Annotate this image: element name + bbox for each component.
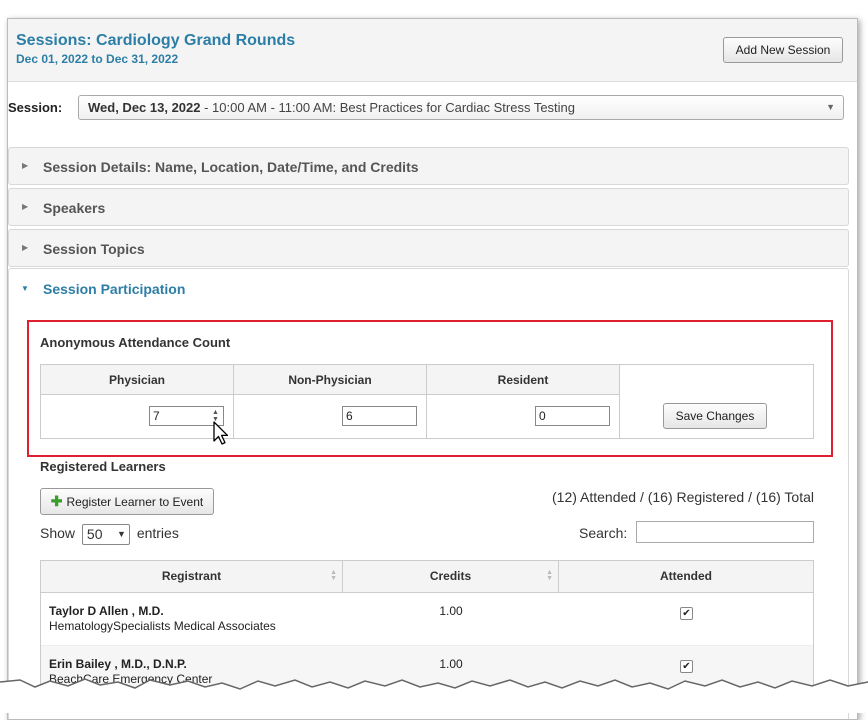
session-date: Wed, Dec 13, 2022: [88, 100, 201, 115]
entries-select[interactable]: 50 ▼: [81, 524, 130, 545]
credits-value: 1.00: [439, 657, 463, 671]
accordion-speakers[interactable]: ▶ Speakers: [8, 188, 849, 226]
entries-value: 50: [86, 526, 103, 542]
table-row: Taylor D Allen , M.D. HematologySpeciali…: [41, 593, 813, 646]
registrant-name: Erin Bailey , M.D., D.N.P.: [49, 657, 187, 671]
register-learner-button[interactable]: ✚ Register Learner to Event: [40, 488, 214, 515]
attended-column-header: Attended: [559, 561, 813, 592]
chevron-down-icon: ▼: [826, 102, 835, 112]
caret-down-icon[interactable]: ▼: [21, 284, 29, 293]
session-select[interactable]: Wed, Dec 13, 2022 - 10:00 AM - 11:00 AM:…: [78, 95, 844, 120]
credits-value: 1.00: [439, 604, 463, 618]
attendance-totals: (12) Attended / (16) Registered / (16) T…: [552, 489, 814, 505]
add-new-session-button[interactable]: Add New Session: [723, 37, 843, 63]
accordion-label[interactable]: Session Participation: [43, 281, 185, 297]
entries-label: entries: [136, 525, 179, 542]
registrant-organization: HematologySpecialists Medical Associates: [49, 619, 276, 633]
register-learner-label: Register Learner to Event: [66, 495, 204, 509]
page-title: Sessions: Cardiology Grand Rounds: [16, 32, 296, 49]
session-time-title: - 10:00 AM - 11:00 AM: Best Practices fo…: [200, 100, 576, 115]
accordion-session-details[interactable]: ▶ Session Details: Name, Location, Date/…: [8, 147, 849, 185]
accordion-label: Speakers: [43, 200, 106, 216]
date-range: Dec 01, 2022 to Dec 31, 2022: [16, 52, 179, 66]
attended-checkbox[interactable]: ✔: [680, 607, 693, 620]
sort-icon: ▲ ▼: [546, 569, 553, 582]
header-label: Attended: [660, 569, 712, 583]
registrant-column-header[interactable]: Registrant ▲ ▼: [41, 561, 343, 592]
registrant-name: Taylor D Allen , M.D.: [49, 604, 164, 618]
accordion-session-topics[interactable]: ▶ Session Topics: [8, 229, 849, 267]
registered-learners-title: Registered Learners: [40, 459, 166, 474]
accordion-label: Session Topics: [43, 241, 145, 257]
caret-right-icon: ▶: [22, 202, 29, 211]
accordion-label: Session Details: Name, Location, Date/Ti…: [43, 159, 419, 175]
header-label: Credits: [429, 569, 472, 583]
sort-icon: ▲ ▼: [330, 569, 337, 582]
entries-control: Show 50 ▼ entries: [40, 524, 179, 545]
header-label: Registrant: [161, 569, 222, 583]
torn-edge: [0, 678, 868, 713]
app-frame: Sessions: Cardiology Grand Rounds Dec 01…: [7, 18, 858, 720]
mouse-cursor-icon: [213, 421, 229, 445]
caret-right-icon: ▶: [22, 243, 29, 252]
caret-right-icon: ▶: [22, 161, 29, 170]
page-header: Sessions: Cardiology Grand Rounds Dec 01…: [8, 19, 857, 82]
plus-icon: ✚: [50, 493, 63, 509]
search-input[interactable]: [636, 521, 814, 543]
table-header-row: Registrant ▲ ▼ Credits ▲ ▼ Attended: [41, 561, 813, 593]
session-label: Session:: [8, 100, 63, 115]
chevron-down-icon: ▼: [117, 529, 126, 539]
show-label: Show: [40, 525, 76, 542]
search-label: Search:: [579, 525, 628, 541]
highlight-box: [27, 320, 833, 457]
credits-column-header[interactable]: Credits ▲ ▼: [343, 561, 559, 592]
